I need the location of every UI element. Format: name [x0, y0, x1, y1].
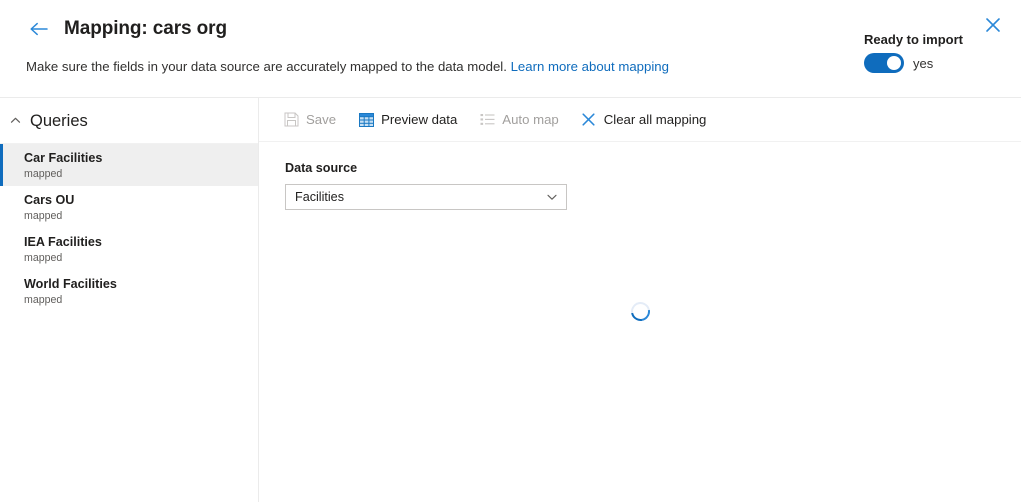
toggle-knob — [887, 56, 902, 70]
preview-data-label: Preview data — [381, 112, 458, 127]
data-source-value: Facilities — [295, 189, 344, 204]
query-status: mapped — [24, 293, 63, 306]
query-status: mapped — [24, 209, 63, 222]
mapping-content-area: Data source Facilities — [259, 142, 1021, 501]
query-status: mapped — [24, 167, 63, 180]
chevron-down-icon — [546, 191, 558, 203]
arrow-left-icon — [29, 21, 49, 37]
close-icon — [581, 112, 597, 128]
learn-more-link[interactable]: Learn more about mapping — [511, 59, 669, 74]
close-icon — [984, 16, 1002, 37]
sidebar-item-car-facilities[interactable]: Car Facilities mapped — [0, 144, 258, 186]
clear-all-mapping-button[interactable]: Clear all mapping — [570, 104, 718, 136]
ready-to-import-toggle-row: yes — [864, 53, 963, 73]
page-title: Mapping: cars org — [64, 18, 227, 39]
query-status: mapped — [24, 251, 63, 264]
toggle-value-label: yes — [913, 55, 934, 71]
spinner-icon — [626, 298, 654, 325]
query-name: Car Facilities — [24, 150, 103, 165]
ready-to-import-group: Ready to import yes — [864, 31, 963, 73]
query-name: World Facilities — [24, 276, 117, 291]
preview-data-button[interactable]: Preview data — [347, 104, 468, 136]
mapping-main-panel: Save Preview data Auto map Clear all map… — [259, 98, 1021, 502]
subtitle-text: Make sure the fields in your data source… — [26, 59, 507, 74]
save-button[interactable]: Save — [272, 104, 347, 136]
ready-to-import-toggle[interactable] — [864, 53, 905, 73]
list-icon — [479, 112, 495, 128]
sidebar-item-world-facilities[interactable]: World Facilities mapped — [0, 270, 258, 312]
mapping-toolbar: Save Preview data Auto map Clear all map… — [259, 98, 1021, 142]
clear-all-mapping-label: Clear all mapping — [603, 112, 707, 127]
data-source-label: Data source — [285, 161, 358, 175]
data-source-dropdown[interactable]: Facilities — [285, 184, 567, 210]
ready-to-import-label: Ready to import — [864, 32, 963, 47]
close-button[interactable] — [979, 12, 1007, 40]
queries-section-title: Queries — [30, 111, 88, 130]
sidebar-item-iea-facilities[interactable]: IEA Facilities mapped — [0, 228, 258, 270]
page-body: Queries Car Facilities mapped Cars OU ma… — [0, 98, 1021, 502]
save-icon — [283, 112, 299, 128]
sidebar-item-cars-ou[interactable]: Cars OU mapped — [0, 186, 258, 228]
loading-indicator — [259, 298, 1021, 325]
chevron-up-icon — [8, 114, 22, 128]
query-name: Cars OU — [24, 192, 75, 207]
page-subtitle: Make sure the fields in your data source… — [26, 58, 669, 76]
auto-map-label: Auto map — [502, 112, 559, 127]
queries-section-header[interactable]: Queries — [0, 98, 258, 144]
table-grid-icon — [358, 112, 374, 128]
query-name: IEA Facilities — [24, 234, 102, 249]
queries-sidebar: Queries Car Facilities mapped Cars OU ma… — [0, 98, 259, 502]
page-header: Mapping: cars org Make sure the fields i… — [0, 0, 1021, 98]
save-label: Save — [306, 112, 337, 127]
back-button[interactable] — [26, 16, 52, 42]
auto-map-button[interactable]: Auto map — [468, 104, 569, 136]
